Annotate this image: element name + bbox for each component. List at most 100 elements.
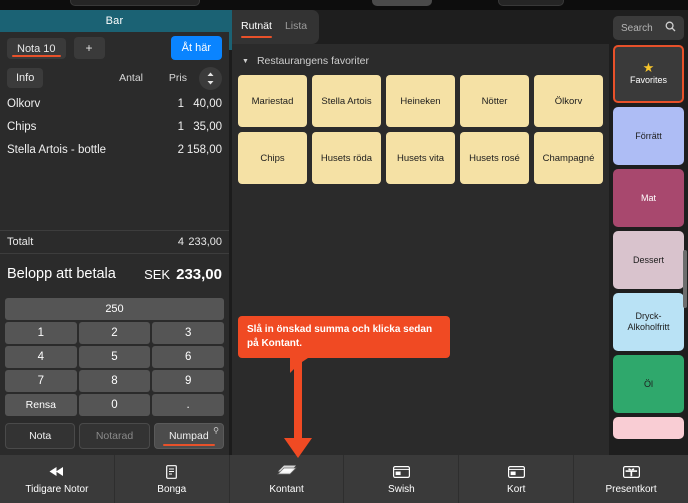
product-tile[interactable]: Mariestad [238, 75, 307, 127]
nota-tab[interactable]: Nota 10 [7, 37, 66, 59]
payment-toolbar: Tidigare Notor Bonga Kontant Swish Kort … [0, 455, 688, 503]
toolbar-button-bonga[interactable]: Bonga [115, 455, 230, 503]
receipt-icon [166, 464, 178, 480]
numpad-key-4[interactable]: 4 [5, 346, 77, 368]
chrome-pill-3 [498, 0, 564, 6]
pos-application: Bar Nota 10 + Åt här Info Antal Pris Ölk… [0, 0, 688, 503]
amount-due-value: 233,00 [176, 265, 222, 283]
card-icon [392, 464, 410, 480]
toolbar-button-cash[interactable]: Kontant [230, 455, 345, 503]
table-row[interactable]: Chips 1 35,00 [0, 115, 229, 138]
search-icon[interactable] [665, 21, 676, 35]
total-label: Totalt [7, 236, 34, 248]
sidebar-item-mat[interactable]: Mat [613, 169, 684, 227]
sidebar-item-forratt[interactable]: Förrätt [613, 107, 684, 165]
search-input[interactable]: Search [613, 16, 684, 40]
sidebar-item-dessert[interactable]: Dessert [613, 231, 684, 289]
numpad-key-3[interactable]: 3 [152, 322, 224, 344]
numpad-key-decimal[interactable]: . [152, 394, 224, 416]
tab-numpad-label: Numpad [168, 430, 209, 442]
toolbar-button-card[interactable]: Kort [459, 455, 575, 503]
toolbar-label: Swish [388, 483, 415, 495]
item-price: 35,00 [193, 120, 222, 133]
toolbar-button-giftcard[interactable]: Presentkort [574, 455, 688, 503]
nota-tab-row: Nota 10 + Åt här [0, 32, 229, 64]
numpad-key-0[interactable]: 0 [78, 394, 151, 416]
category-label: Dessert [632, 254, 664, 265]
callout-text: Slå in önskad summa och klicka sedan på … [247, 324, 433, 349]
product-tile[interactable]: Heineken [386, 75, 455, 127]
numpad-keys: 1 2 3 4 5 6 7 8 9 Rensa 0 . [5, 322, 224, 416]
tab-nota[interactable]: Nota [5, 423, 76, 449]
product-tile[interactable]: Chips [238, 132, 307, 184]
product-tile[interactable]: Champagné [534, 132, 603, 184]
panel-mode-tabs: Nota Notarad Numpad ⚲ [0, 416, 229, 455]
numpad-key-5[interactable]: 5 [78, 346, 151, 368]
category-sidebar: Search ★ Favorites Förrätt Mat Dessert D… [609, 10, 688, 455]
item-name: Chips [7, 120, 37, 133]
table-row[interactable]: Ölkorv 1 40,00 [0, 92, 229, 115]
numpad: 250 1 2 3 4 5 6 7 8 9 Rensa 0 . [0, 294, 229, 416]
sidebar-item-favorites[interactable]: ★ Favorites [613, 45, 684, 103]
sidebar-scrollbar[interactable] [683, 250, 687, 308]
rewind-icon [49, 464, 65, 480]
toolbar-button-swish[interactable]: Swish [344, 455, 460, 503]
product-tile[interactable]: Ölkorv [534, 75, 603, 127]
search-placeholder: Search [621, 22, 653, 34]
column-header-price: Pris [168, 72, 187, 84]
sort-updown-icon[interactable] [199, 66, 222, 90]
category-label: Förrätt [635, 130, 662, 141]
sidebar-item-ol[interactable]: Öl [613, 355, 684, 413]
column-header-qty: Antal [119, 72, 143, 84]
item-price: 40,00 [193, 97, 222, 110]
product-tile[interactable]: Husets röda [312, 132, 381, 184]
amount-due-row: Belopp att betala SEK 233,00 [0, 254, 229, 294]
item-name: Stella Artois - bottle [7, 143, 107, 156]
info-button[interactable]: Info [7, 68, 44, 88]
category-label: Favorites [629, 75, 667, 85]
dine-in-button[interactable]: Åt här [170, 36, 222, 60]
sidebar-item-partial[interactable] [613, 417, 684, 439]
numpad-key-clear[interactable]: Rensa [5, 394, 77, 416]
item-qty: 1 [177, 97, 184, 110]
tab-grid-view[interactable]: Rutnät [241, 14, 272, 40]
numpad-key-8[interactable]: 8 [78, 370, 151, 392]
add-nota-button[interactable]: + [73, 37, 105, 59]
sidebar-item-dryck-alkoholfritt[interactable]: Dryck- Alkoholfritt [613, 293, 684, 351]
product-tile[interactable]: Husets rosé [460, 132, 529, 184]
numpad-key-1[interactable]: 1 [5, 322, 77, 344]
toolbar-label: Presentkort [605, 483, 657, 495]
amount-input[interactable]: 250 [5, 298, 224, 320]
numpad-key-9[interactable]: 9 [152, 370, 224, 392]
panel-title: Bar [0, 10, 229, 32]
category-label: Öl [644, 378, 653, 389]
product-tile[interactable]: Stella Artois [312, 75, 381, 127]
tab-notarad[interactable]: Notarad [79, 423, 150, 449]
item-qty: 2 [177, 143, 184, 156]
product-tile[interactable]: Husets vita [386, 132, 455, 184]
caret-down-icon[interactable]: ▼ [242, 58, 249, 65]
total-qty: 4 [177, 236, 184, 248]
tooltip-callout: Slå in önskad summa och klicka sedan på … [238, 316, 450, 373]
gift-card-icon [622, 464, 640, 480]
numpad-key-6[interactable]: 6 [152, 346, 224, 368]
chrome-pill-2 [372, 0, 432, 6]
product-group-header[interactable]: ▼ Restaurangens favoriter [242, 55, 603, 67]
item-qty: 1 [177, 120, 184, 133]
tab-numpad[interactable]: Numpad ⚲ [153, 423, 224, 449]
star-icon: ★ [642, 60, 655, 75]
item-name: Ölkorv [7, 97, 41, 110]
category-label: Mat [640, 192, 656, 203]
numpad-key-2[interactable]: 2 [78, 322, 151, 344]
toolbar-label: Kort [507, 483, 526, 495]
toolbar-button-previous-notes[interactable]: Tidigare Notor [0, 455, 115, 503]
order-list-empty-space [0, 161, 229, 230]
tab-list-view[interactable]: Lista [285, 14, 307, 40]
numpad-key-7[interactable]: 7 [5, 370, 77, 392]
toolbar-label: Kontant [269, 483, 304, 495]
amount-due-label: Belopp att betala [7, 266, 116, 282]
product-tile[interactable]: Nötter [460, 75, 529, 127]
total-sum: 233,00 [188, 236, 222, 248]
table-row[interactable]: Stella Artois - bottle 2 158,00 [0, 138, 229, 161]
item-price: 158,00 [186, 143, 222, 156]
